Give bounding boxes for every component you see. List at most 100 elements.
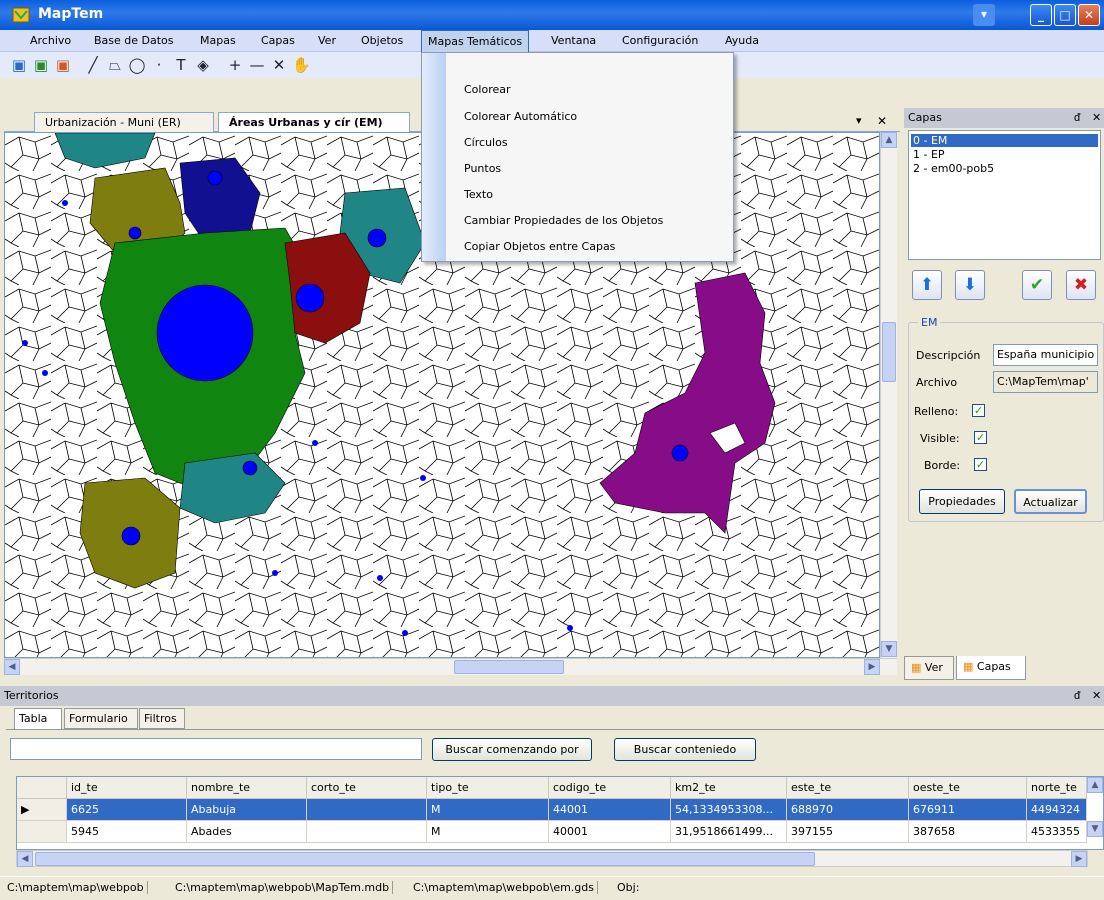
column-header[interactable]: id_te [67,777,187,799]
grid-cell[interactable]: 5945 [67,821,187,843]
grid-cell[interactable]: 688970 [787,799,909,821]
tab-formulario[interactable]: Formulario [64,708,138,729]
close-button[interactable]: ✕ [1078,4,1100,26]
layer-item[interactable]: 1 - EP [911,148,1098,161]
menu-item-copiar-objetos[interactable]: Copiar Objetos entre Capas [464,240,615,253]
menu-ver[interactable]: Ver [312,33,342,48]
grid-cell[interactable]: 4494324 [1027,799,1087,821]
maximize-button[interactable]: □ [1054,4,1076,26]
layer-list[interactable]: 0 - EM 1 - EP 2 - em00-pob5 [908,130,1101,260]
zoom-window-icon[interactable]: ▣ [32,56,50,74]
grid-cell[interactable]: Abades [187,821,307,843]
borde-checkbox[interactable]: ✓ [974,458,987,471]
tab-menu-icon[interactable]: ▾ [856,114,862,127]
tab-capas[interactable]: ▦ Capas [956,656,1026,680]
scroll-thumb[interactable] [35,852,815,866]
scroll-thumb[interactable] [882,322,896,382]
grid-cell[interactable]: 4533355 [1027,821,1087,843]
map-vertical-scrollbar[interactable]: ▲ ▼ [880,132,897,658]
column-header[interactable]: codigo_te [549,777,671,799]
accept-button[interactable]: ✔ [1022,270,1052,300]
measure-icon[interactable]: — [248,56,266,74]
row-selector[interactable]: ▶ [17,799,67,821]
layer-item[interactable]: 0 - EM [911,134,1098,147]
scroll-up-icon[interactable]: ▲ [1087,777,1103,793]
search-contains-button[interactable]: Buscar conteniedo [614,738,756,761]
scroll-down-icon[interactable]: ▼ [1087,821,1103,837]
grid-cell[interactable]: M [427,799,549,821]
descripcion-field[interactable]: España municipio [993,344,1098,366]
tab-areas-urbanas[interactable]: Áreas Urbanas y cír (EM) [218,112,410,133]
scroll-thumb[interactable] [454,660,564,674]
search-input[interactable] [10,738,422,760]
pan-icon[interactable]: ✋ [292,56,311,74]
grid-cell[interactable]: M [427,821,549,843]
line-icon[interactable]: ╱ [84,56,102,74]
column-header[interactable]: nombre_te [187,777,307,799]
grid-cell[interactable]: 40001 [549,821,671,843]
grid-cell[interactable]: 31,9518661499... [671,821,787,843]
scroll-down-icon[interactable]: ▼ [881,641,897,657]
column-header[interactable]: corto_te [307,777,427,799]
menu-configuracion[interactable]: Configuración [616,33,704,48]
delete-button[interactable]: ✖ [1066,270,1096,300]
relleno-checkbox[interactable]: ✓ [972,404,985,417]
layer-item[interactable]: 2 - em00-pob5 [911,162,1098,175]
dropdown-icon[interactable]: ▾ [973,4,995,26]
tab-urbanizacion[interactable]: Urbanización - Muni (ER) [34,112,214,132]
grid-cell[interactable] [307,799,427,821]
scroll-right-icon[interactable]: ▶ [1071,851,1087,867]
grid-cell[interactable]: 44001 [549,799,671,821]
menu-item-circulos[interactable]: Círculos [464,136,508,149]
menu-capas[interactable]: Capas [255,33,301,48]
text-icon[interactable]: T [172,56,190,74]
menu-item-colorear[interactable]: Colorear [464,83,511,96]
actualizar-button[interactable]: Actualizar [1014,489,1087,514]
column-header[interactable]: km2_te [671,777,787,799]
archivo-field[interactable]: C:\MapTem\map' [993,371,1098,393]
eraser-icon[interactable]: ◈ [194,56,212,74]
scroll-right-icon[interactable]: ▶ [864,659,880,675]
move-up-button[interactable]: ⬆ [912,270,942,300]
menu-archivo[interactable]: Archivo [24,33,77,48]
scroll-left-icon[interactable]: ◀ [17,851,33,867]
grid-horizontal-scrollbar[interactable]: ◀ ▶ [16,850,1088,867]
menu-item-puntos[interactable]: Puntos [464,162,501,175]
grid-cell[interactable]: 397155 [787,821,909,843]
cross-icon[interactable]: ✕ [270,56,288,74]
menu-item-texto[interactable]: Texto [464,188,493,201]
grid-cell[interactable]: 387658 [909,821,1027,843]
pin-icon[interactable]: ᵭ [1074,111,1080,124]
search-starts-button[interactable]: Buscar comenzando por [432,738,592,761]
visible-checkbox[interactable]: ✓ [974,431,987,444]
menu-base-de-datos[interactable]: Base de Datos [88,33,180,48]
menu-ayuda[interactable]: Ayuda [719,33,765,48]
propiedades-button[interactable]: Propiedades [919,489,1005,514]
point-icon[interactable]: · [150,56,168,74]
map-horizontal-scrollbar[interactable]: ◀ ▶ [4,658,897,675]
circle-icon[interactable]: ◯ [128,56,146,74]
menu-item-cambiar-propiedades[interactable]: Cambiar Propiedades de los Objetos [464,214,663,227]
grid-cell[interactable] [307,821,427,843]
tab-close-icon[interactable]: ✕ [877,114,887,128]
select-icon[interactable]: ▣ [10,56,28,74]
menu-mapas[interactable]: Mapas [194,33,242,48]
menu-item-colorear-automatico[interactable]: Colorear Automático [464,110,577,123]
column-header[interactable]: este_te [787,777,909,799]
grid-cell[interactable]: Ababuja [187,799,307,821]
menu-ventana[interactable]: Ventana [545,33,602,48]
crosshair-icon[interactable]: + [226,56,244,74]
scroll-up-icon[interactable]: ▲ [881,132,897,148]
tab-ver[interactable]: ▦ Ver [904,656,954,680]
layer-icon[interactable]: ▣ [54,56,72,74]
tab-tabla[interactable]: Tabla [14,708,62,729]
close-icon[interactable]: ✕ [1092,111,1101,124]
menu-objetos[interactable]: Objetos [355,33,409,48]
scroll-left-icon[interactable]: ◀ [4,659,20,675]
pin-icon[interactable]: ᵭ [1074,689,1080,702]
grid-cell[interactable]: 676911 [909,799,1027,821]
grid-cell[interactable]: 54,1334953308... [671,799,787,821]
move-down-button[interactable]: ⬇ [955,270,985,300]
minimize-button[interactable]: _ [1030,4,1052,26]
column-header[interactable]: oeste_te [909,777,1027,799]
